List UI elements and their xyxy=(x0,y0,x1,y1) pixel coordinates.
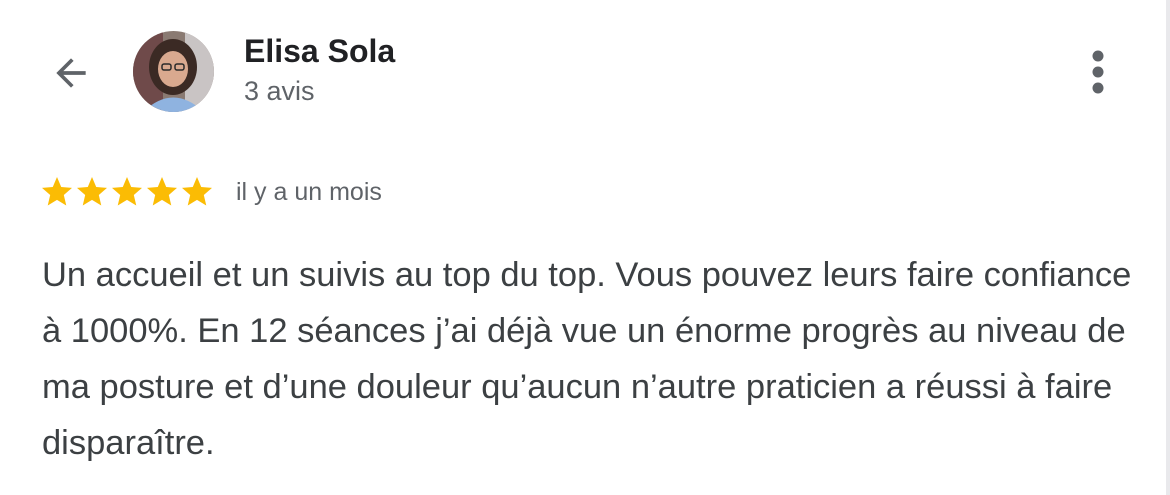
back-button[interactable] xyxy=(46,48,96,98)
avatar[interactable] xyxy=(133,31,214,112)
star-icon xyxy=(182,177,212,206)
scrollbar-edge xyxy=(1166,0,1170,495)
review-page: Elisa Sola 3 avis il y a un mois Un accu… xyxy=(0,0,1170,495)
more-options-button[interactable] xyxy=(1078,46,1118,98)
profile-photo xyxy=(133,31,214,112)
rating-row: il y a un mois xyxy=(39,172,382,212)
reviewer-review-count: 3 avis xyxy=(244,76,315,106)
star-rating xyxy=(39,174,214,210)
star-icon xyxy=(77,177,107,206)
arrow-left-icon xyxy=(56,58,86,88)
review-date: il y a un mois xyxy=(236,177,382,206)
star-icon xyxy=(112,177,142,206)
star-icon xyxy=(42,177,72,206)
reviewer-name[interactable]: Elisa Sola xyxy=(244,33,395,70)
star-icon xyxy=(147,177,177,206)
review-text: Un accueil et un suivis au top du top. V… xyxy=(42,256,1132,462)
more-vertical-icon xyxy=(1092,50,1104,94)
